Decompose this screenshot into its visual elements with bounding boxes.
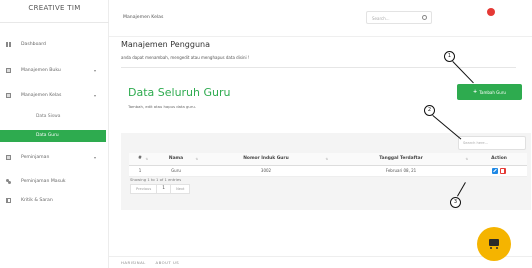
sidebar-item-peminjaman-masuk[interactable]: Peminjaman Masuk — [6, 174, 104, 188]
teacher-table: # ⇅ Nama ⇅ Nomor Induk Guru ⇅ Tanggal Terda… — [129, 153, 527, 177]
table-search-input[interactable]: Search here... — [458, 136, 526, 150]
topbar: Manajemen Kelas Search... — [109, 0, 532, 36]
cell-number: 1 — [129, 165, 151, 177]
sidebar-item-label: Dashboard — [21, 41, 46, 47]
column-header-tanggal[interactable]: Tanggal Terdaftar ⇅ — [331, 153, 471, 166]
divider — [109, 256, 532, 257]
add-teacher-button[interactable]: + Tambah Guru — [457, 84, 522, 100]
page-description: anda dapat menambah, mengedit atau mengh… — [121, 55, 250, 60]
sort-icon: ⇅ — [325, 157, 328, 161]
row-actions — [492, 167, 506, 174]
loan-icon — [6, 154, 11, 160]
sidebar-item-dashboard[interactable]: Dashboard — [6, 37, 104, 51]
card-subtitle: Tambah, edit atau hapus data guru. — [128, 104, 197, 109]
book-icon — [6, 67, 11, 73]
pagination-next[interactable]: Next — [171, 185, 189, 193]
search-placeholder: Search... — [372, 15, 390, 21]
sort-icon: ⇅ — [195, 157, 198, 161]
cell-nomor-induk: 3002 — [201, 165, 331, 177]
sidebar-subitem-data-guru[interactable]: Data Guru — [36, 133, 59, 138]
class-icon — [6, 92, 11, 98]
card-body: Search here... # ⇅ Nama ⇅ Nomor Induk Guru… — [121, 133, 531, 210]
search-icon[interactable] — [422, 15, 427, 20]
add-teacher-label: Tambah Guru — [479, 89, 506, 95]
feedback-icon — [6, 197, 11, 203]
pagination: Previous 1 Next — [130, 184, 191, 194]
breadcrumb: Manajemen Kelas — [123, 15, 164, 20]
sort-icon: ⇅ — [145, 157, 148, 161]
brand-logo[interactable]: CREATIVE TIM — [0, 4, 109, 12]
pagination-previous[interactable]: Previous — [131, 185, 158, 193]
chevron-down-icon: ▾ — [93, 154, 96, 160]
column-header-nomor-induk[interactable]: Nomor Induk Guru ⇅ — [201, 153, 331, 166]
card-header: Data Seluruh Guru Tambah, edit atau hapu… — [121, 72, 531, 133]
teacher-card: Data Seluruh Guru Tambah, edit atau hapu… — [121, 72, 531, 210]
search-input[interactable]: Search... — [366, 11, 432, 24]
plus-icon: + — [473, 89, 478, 95]
divider — [0, 22, 109, 23]
column-header-nama[interactable]: Nama ⇅ — [151, 153, 201, 166]
cart-icon — [489, 239, 499, 249]
chevron-down-icon: ▾ — [93, 92, 96, 98]
sort-icon: ⇅ — [465, 157, 468, 161]
cell-action — [471, 165, 527, 177]
cart-button[interactable] — [477, 227, 511, 261]
sidebar-item-label: Manajemen Kelas — [21, 92, 62, 98]
chevron-down-icon: ▾ — [93, 67, 96, 73]
sidebar: CREATIVE TIM Dashboard Manajemen Buku ▾ … — [0, 0, 109, 268]
card-title: Data Seluruh Guru — [128, 86, 231, 99]
table-search-placeholder: Search here... — [463, 141, 489, 145]
notification-icon[interactable] — [487, 8, 495, 16]
column-header-number[interactable]: # ⇅ — [129, 153, 151, 166]
dashboard-icon — [6, 41, 11, 47]
column-header-action: Action — [471, 153, 527, 166]
sidebar-item-peminjaman[interactable]: Peminjaman ▾ — [6, 150, 104, 164]
sidebar-item-manajemen-buku[interactable]: Manajemen Buku ▾ — [6, 63, 104, 77]
sidebar-item-label: Manajemen Buku — [21, 67, 61, 73]
sidebar-item-label: Peminjaman — [21, 154, 50, 160]
users-icon — [6, 178, 11, 184]
footer-link[interactable]: ABOUT US — [156, 260, 180, 265]
sidebar-item-manajemen-kelas[interactable]: Manajemen Kelas ▾ — [6, 88, 104, 102]
pagination-page[interactable]: 1 — [157, 185, 172, 193]
footer: HARISINAL ABOUT US — [121, 260, 187, 265]
cell-nama: Guru — [151, 165, 201, 177]
divider — [109, 36, 532, 37]
page-title: Manajemen Pengguna — [121, 40, 210, 49]
sidebar-item-label: Kritik & Saran — [21, 197, 53, 203]
sidebar-subitem-data-siswa[interactable]: Data Siswa — [36, 114, 60, 119]
sidebar-item-label: Peminjaman Masuk — [21, 178, 66, 184]
sidebar-item-kritik-saran[interactable]: Kritik & Saran — [6, 193, 104, 207]
table-info: Showing 1 to 1 of 1 entries — [130, 177, 182, 182]
callout-1: 1 — [444, 51, 455, 62]
edit-icon[interactable] — [492, 167, 499, 174]
delete-icon[interactable] — [499, 167, 506, 174]
footer-link[interactable]: HARISINAL — [121, 260, 146, 265]
table-header-row: # ⇅ Nama ⇅ Nomor Induk Guru ⇅ Tanggal Terda… — [129, 153, 527, 166]
cell-tanggal: Februari 08, 21 — [331, 165, 471, 177]
callout-3: 3 — [450, 197, 461, 208]
table-row: 1 Guru 3002 Februari 08, 21 — [129, 165, 527, 177]
